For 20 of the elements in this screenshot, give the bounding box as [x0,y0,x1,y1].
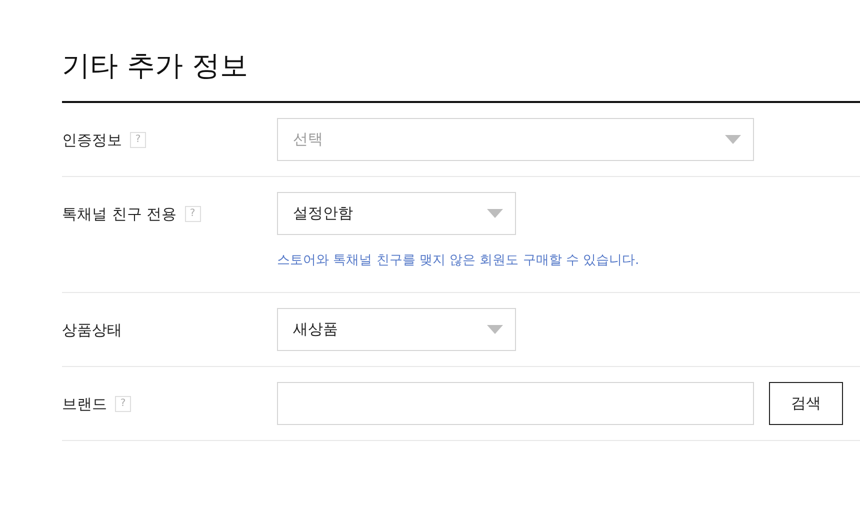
field-label: 브랜드 [62,394,107,414]
help-icon[interactable]: ? [130,132,146,148]
field-label: 인증정보 [62,130,122,151]
dropdown-arrow-icon [487,324,503,334]
dropdown-arrow-icon [487,209,503,218]
select-field[interactable]: 새상품 [277,308,516,350]
help-icon[interactable]: ? [115,396,131,412]
search-button[interactable]: 검색 [769,382,843,424]
select-value: 새상품 [293,318,338,340]
field-label: 상품상태 [62,320,122,340]
help-icon[interactable]: ? [184,206,201,222]
section-title: 기타 추가 정보 [62,48,249,84]
select-value: 설정안함 [293,203,353,224]
field-label: 톡채널 친구 전용 [62,204,177,225]
brand-input-field[interactable] [277,382,754,424]
helper-text: 스토어와 톡채널 친구를 맺지 않은 회원도 구매할 수 있습니다. [277,252,640,270]
select-field[interactable]: 설정안함 [277,192,516,235]
select-field[interactable]: 선택 [277,118,754,161]
dropdown-arrow-icon [725,135,741,144]
select-placeholder: 선택 [293,129,323,150]
